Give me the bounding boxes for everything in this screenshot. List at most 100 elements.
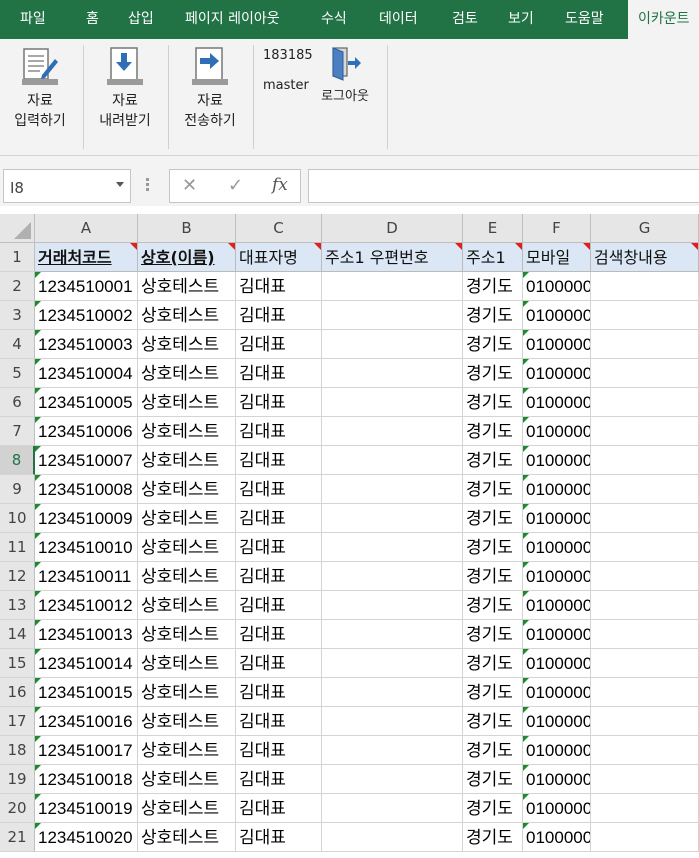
table-cell[interactable]: 상호테스트 xyxy=(138,649,236,678)
row-header[interactable]: 2 xyxy=(0,272,35,301)
table-cell[interactable] xyxy=(591,765,699,794)
table-cell[interactable]: 상호테스트 xyxy=(138,765,236,794)
formula-input[interactable] xyxy=(308,169,699,203)
column-header-e[interactable]: E xyxy=(463,214,523,243)
header-cell[interactable]: 검색창내용 xyxy=(591,243,699,272)
table-cell[interactable]: 김대표 xyxy=(236,794,322,823)
table-cell[interactable]: 김대표 xyxy=(236,301,322,330)
column-header-c[interactable]: C xyxy=(236,214,322,243)
table-cell[interactable]: 김대표 xyxy=(236,272,322,301)
table-cell[interactable]: 김대표 xyxy=(236,736,322,765)
table-cell[interactable] xyxy=(591,330,699,359)
table-cell[interactable]: 01000000000 xyxy=(523,504,591,533)
data-entry-button[interactable]: 자료 입력하기 xyxy=(5,45,75,131)
column-header-g[interactable]: G xyxy=(591,214,699,243)
table-cell[interactable]: 김대표 xyxy=(236,330,322,359)
table-cell[interactable]: 1234510012 xyxy=(35,591,138,620)
tab-data[interactable]: 데이터 xyxy=(379,0,418,39)
table-cell[interactable]: 1234510009 xyxy=(35,504,138,533)
table-cell[interactable] xyxy=(591,475,699,504)
table-cell[interactable]: 경기도 xyxy=(463,620,523,649)
table-cell[interactable]: 김대표 xyxy=(236,620,322,649)
table-cell[interactable]: 상호테스트 xyxy=(138,794,236,823)
table-cell[interactable]: 경기도 xyxy=(463,591,523,620)
table-cell[interactable]: 01000000000 xyxy=(523,707,591,736)
table-cell[interactable]: 01000000000 xyxy=(523,765,591,794)
table-cell[interactable]: 상호테스트 xyxy=(138,272,236,301)
table-cell[interactable]: 1234510011 xyxy=(35,562,138,591)
table-cell[interactable] xyxy=(591,649,699,678)
table-cell[interactable]: 상호테스트 xyxy=(138,388,236,417)
row-header[interactable]: 10 xyxy=(0,504,35,533)
table-cell[interactable]: 1234510004 xyxy=(35,359,138,388)
table-cell[interactable]: 01000000000 xyxy=(523,272,591,301)
table-cell[interactable]: 김대표 xyxy=(236,446,322,475)
tab-help[interactable]: 도움말 xyxy=(565,0,604,39)
table-cell[interactable]: 김대표 xyxy=(236,475,322,504)
table-cell[interactable]: 김대표 xyxy=(236,504,322,533)
row-header[interactable]: 19 xyxy=(0,765,35,794)
row-header[interactable]: 3 xyxy=(0,301,35,330)
table-cell[interactable] xyxy=(322,678,463,707)
header-cell[interactable]: 모바일 xyxy=(523,243,591,272)
table-cell[interactable]: 01000000000 xyxy=(523,620,591,649)
row-header[interactable]: 12 xyxy=(0,562,35,591)
row-header[interactable]: 7 xyxy=(0,417,35,446)
tab-file[interactable]: 파일 xyxy=(20,0,46,39)
table-cell[interactable]: 1234510010 xyxy=(35,533,138,562)
table-cell[interactable]: 김대표 xyxy=(236,533,322,562)
table-cell[interactable]: 01000000000 xyxy=(523,359,591,388)
table-cell[interactable] xyxy=(322,823,463,852)
table-cell[interactable]: 경기도 xyxy=(463,272,523,301)
table-cell[interactable]: 상호테스트 xyxy=(138,417,236,446)
enter-icon[interactable]: ✓ xyxy=(228,175,243,196)
table-cell[interactable]: 김대표 xyxy=(236,678,322,707)
table-cell[interactable]: 상호테스트 xyxy=(138,330,236,359)
table-cell[interactable]: 01000000000 xyxy=(523,736,591,765)
table-cell[interactable]: 경기도 xyxy=(463,707,523,736)
insert-function-icon[interactable]: fx xyxy=(272,175,288,195)
table-cell[interactable]: 경기도 xyxy=(463,417,523,446)
row-header[interactable]: 13 xyxy=(0,591,35,620)
table-cell[interactable]: 경기도 xyxy=(463,678,523,707)
tab-ecount[interactable]: 이카운트 xyxy=(628,0,699,39)
table-cell[interactable] xyxy=(591,620,699,649)
table-cell[interactable]: 상호테스트 xyxy=(138,359,236,388)
table-cell[interactable]: 상호테스트 xyxy=(138,533,236,562)
table-cell[interactable]: 01000000000 xyxy=(523,446,591,475)
header-cell[interactable]: 대표자명 xyxy=(236,243,322,272)
table-cell[interactable]: 1234510017 xyxy=(35,736,138,765)
table-cell[interactable]: 경기도 xyxy=(463,533,523,562)
table-cell[interactable]: 1234510013 xyxy=(35,620,138,649)
table-cell[interactable] xyxy=(591,591,699,620)
table-cell[interactable]: 01000000000 xyxy=(523,562,591,591)
table-cell[interactable] xyxy=(322,649,463,678)
table-cell[interactable]: 김대표 xyxy=(236,707,322,736)
table-cell[interactable] xyxy=(591,736,699,765)
row-header[interactable]: 20 xyxy=(0,794,35,823)
table-cell[interactable]: 1234510002 xyxy=(35,301,138,330)
chevron-down-icon[interactable] xyxy=(116,182,124,187)
table-cell[interactable]: 경기도 xyxy=(463,736,523,765)
table-cell[interactable] xyxy=(322,707,463,736)
table-cell[interactable]: 상호테스트 xyxy=(138,504,236,533)
table-cell[interactable]: 01000000000 xyxy=(523,649,591,678)
table-cell[interactable] xyxy=(322,272,463,301)
row-header[interactable]: 4 xyxy=(0,330,35,359)
row-header[interactable]: 6 xyxy=(0,388,35,417)
table-cell[interactable]: 경기도 xyxy=(463,649,523,678)
table-cell[interactable] xyxy=(322,533,463,562)
table-cell[interactable]: 1234510015 xyxy=(35,678,138,707)
table-cell[interactable]: 1234510006 xyxy=(35,417,138,446)
drag-handle-icon[interactable] xyxy=(146,178,150,194)
table-cell[interactable] xyxy=(322,359,463,388)
tab-formulas[interactable]: 수식 xyxy=(321,0,347,39)
column-header-f[interactable]: F xyxy=(523,214,591,243)
table-cell[interactable] xyxy=(591,562,699,591)
table-cell[interactable]: 경기도 xyxy=(463,765,523,794)
table-cell[interactable] xyxy=(322,504,463,533)
table-cell[interactable]: 경기도 xyxy=(463,446,523,475)
table-cell[interactable] xyxy=(322,765,463,794)
table-cell[interactable] xyxy=(591,794,699,823)
table-cell[interactable]: 01000000000 xyxy=(523,678,591,707)
